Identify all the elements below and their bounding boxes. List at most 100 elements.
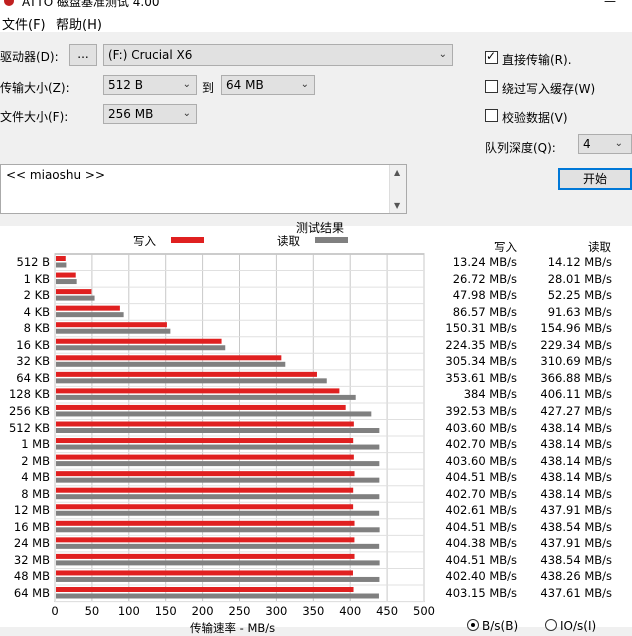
menu-help[interactable]: 帮助(H): [56, 14, 102, 33]
write-value: 402.70 MB/s: [445, 486, 517, 501]
write-value: 384 MB/s: [463, 387, 517, 402]
write-value: 86.57 MB/s: [452, 304, 517, 319]
y-category-label: 512 KB: [8, 420, 50, 435]
to-label: 到: [202, 81, 215, 95]
radio-dot-icon: [471, 623, 475, 627]
y-category-label: 32 KB: [16, 354, 50, 369]
bytes-radio[interactable]: [467, 619, 479, 631]
read-value: 438.14 MB/s: [540, 470, 612, 485]
chart-title: 测试结果: [296, 221, 345, 235]
chevron-down-icon: ⌄: [182, 108, 191, 119]
file-size-select[interactable]: 256 MB ⌄: [103, 104, 197, 124]
y-category-label: 4 MB: [21, 470, 50, 485]
y-category-label: 8 MB: [21, 486, 50, 501]
drive-select[interactable]: (F:) Crucial X6 ⌄: [103, 44, 453, 66]
y-category-label: 32 MB: [13, 552, 50, 567]
y-category-label: 16 MB: [13, 519, 50, 534]
file-size-value: 256 MB: [108, 107, 154, 121]
verify-checkbox[interactable]: [485, 109, 498, 122]
menu-bar: 文件(F) 帮助(H): [0, 10, 632, 33]
write-value: 404.51 MB/s: [445, 552, 517, 567]
y-category-label: 1 KB: [23, 271, 50, 286]
read-value: 406.11 MB/s: [540, 387, 612, 402]
bypass-cache-checkbox[interactable]: [485, 80, 498, 93]
write-value: 404.51 MB/s: [445, 470, 517, 485]
x-tick-label: 50: [84, 603, 100, 618]
write-value: 353.61 MB/s: [445, 370, 517, 385]
write-value: 150.31 MB/s: [445, 321, 517, 336]
write-value: 403.15 MB/s: [445, 586, 517, 600]
io-radio[interactable]: [545, 619, 557, 631]
chart-labels: 0 50 100 150 200 250 300 350 400 450 500 512 B 13.24…: [0, 248, 632, 627]
read-value: 229.34 MB/s: [540, 337, 612, 352]
bytes-radio-label: B/s(B): [482, 619, 519, 633]
direct-io-label: 直接传输(R).: [502, 53, 572, 67]
write-value: 403.60 MB/s: [445, 453, 517, 468]
read-value: 427.27 MB/s: [540, 403, 612, 418]
read-value: 154.96 MB/s: [540, 321, 612, 336]
drive-label: 驱动器(D):: [0, 50, 59, 64]
scroll-down-icon[interactable]: ▼: [394, 201, 400, 210]
write-value: 402.61 MB/s: [445, 503, 517, 518]
transfer-from-value: 512 B: [108, 78, 143, 92]
queue-depth-select[interactable]: 4 ⌄: [578, 134, 632, 154]
write-value: 402.40 MB/s: [445, 569, 517, 584]
legend-read-swatch: [315, 237, 348, 243]
scroll-up-icon[interactable]: ▲: [394, 168, 400, 177]
read-value: 438.14 MB/s: [540, 486, 612, 501]
x-tick-label: 100: [117, 603, 140, 618]
y-category-label: 64 KB: [16, 370, 50, 385]
read-column-header: 读取: [588, 240, 611, 254]
title-bar: ATTO 磁盘基准测试 4.00 —: [0, 0, 632, 10]
x-tick-label: 150: [154, 603, 177, 618]
y-category-label: 48 MB: [13, 569, 50, 584]
legend-write-swatch: [171, 237, 204, 243]
io-radio-label: IO/s(I): [560, 619, 597, 633]
read-value: 91.63 MB/s: [547, 304, 612, 319]
transfer-to-select[interactable]: 64 MB ⌄: [221, 75, 315, 95]
y-category-label: 2 MB: [21, 453, 50, 468]
check-icon: ✓: [486, 49, 497, 63]
read-value: 438.14 MB/s: [540, 420, 612, 435]
write-value: 224.35 MB/s: [445, 337, 517, 352]
write-value: 404.38 MB/s: [445, 536, 517, 551]
direct-io-checkbox[interactable]: ✓: [485, 49, 498, 64]
minimize-icon[interactable]: —: [604, 0, 616, 8]
browse-button[interactable]: ...: [69, 44, 97, 66]
read-value: 437.91 MB/s: [540, 536, 612, 551]
legend-write-label: 写入: [133, 234, 156, 248]
description-scrollbar[interactable]: ▲ ▼: [389, 165, 406, 213]
y-category-label: 128 KB: [8, 387, 50, 402]
x-axis-label: 传输速率 - MB/s: [190, 621, 276, 635]
write-value: 403.60 MB/s: [445, 420, 517, 435]
y-category-label: 8 KB: [23, 321, 50, 336]
transfer-to-value: 64 MB: [226, 78, 264, 92]
x-tick-label: 250: [228, 603, 251, 618]
y-category-label: 24 MB: [13, 536, 50, 551]
y-category-label: 512 B: [16, 255, 51, 269]
x-tick-label: 450: [376, 603, 399, 618]
description-textbox[interactable]: << miaoshu >> ▲ ▼: [0, 164, 407, 214]
write-value: 47.98 MB/s: [452, 288, 517, 303]
legend-read-label: 读取: [277, 234, 300, 248]
read-value: 438.26 MB/s: [540, 569, 612, 584]
transfer-from-select[interactable]: 512 B ⌄: [103, 75, 197, 95]
start-button[interactable]: 开始: [558, 168, 632, 190]
queue-depth-value: 4: [583, 137, 591, 151]
chevron-down-icon: ⌄: [182, 79, 191, 90]
y-category-label: 4 KB: [23, 304, 50, 319]
read-value: 438.14 MB/s: [540, 453, 612, 468]
y-category-label: 256 KB: [8, 403, 50, 418]
y-category-label: 1 MB: [21, 437, 50, 452]
write-value: 392.53 MB/s: [445, 403, 517, 418]
write-value: 404.51 MB/s: [445, 519, 517, 534]
x-tick-label: 500: [413, 603, 435, 618]
read-value: 437.61 MB/s: [540, 586, 612, 600]
drive-select-value: (F:) Crucial X6: [108, 48, 193, 62]
transfer-size-label: 传输大小(Z):: [0, 81, 70, 95]
x-tick-label: 350: [302, 603, 325, 618]
x-tick-label: 0: [51, 603, 59, 618]
menu-file[interactable]: 文件(F): [2, 14, 46, 33]
write-column-header: 写入: [494, 240, 517, 254]
chevron-down-icon: ⌄: [300, 79, 309, 90]
